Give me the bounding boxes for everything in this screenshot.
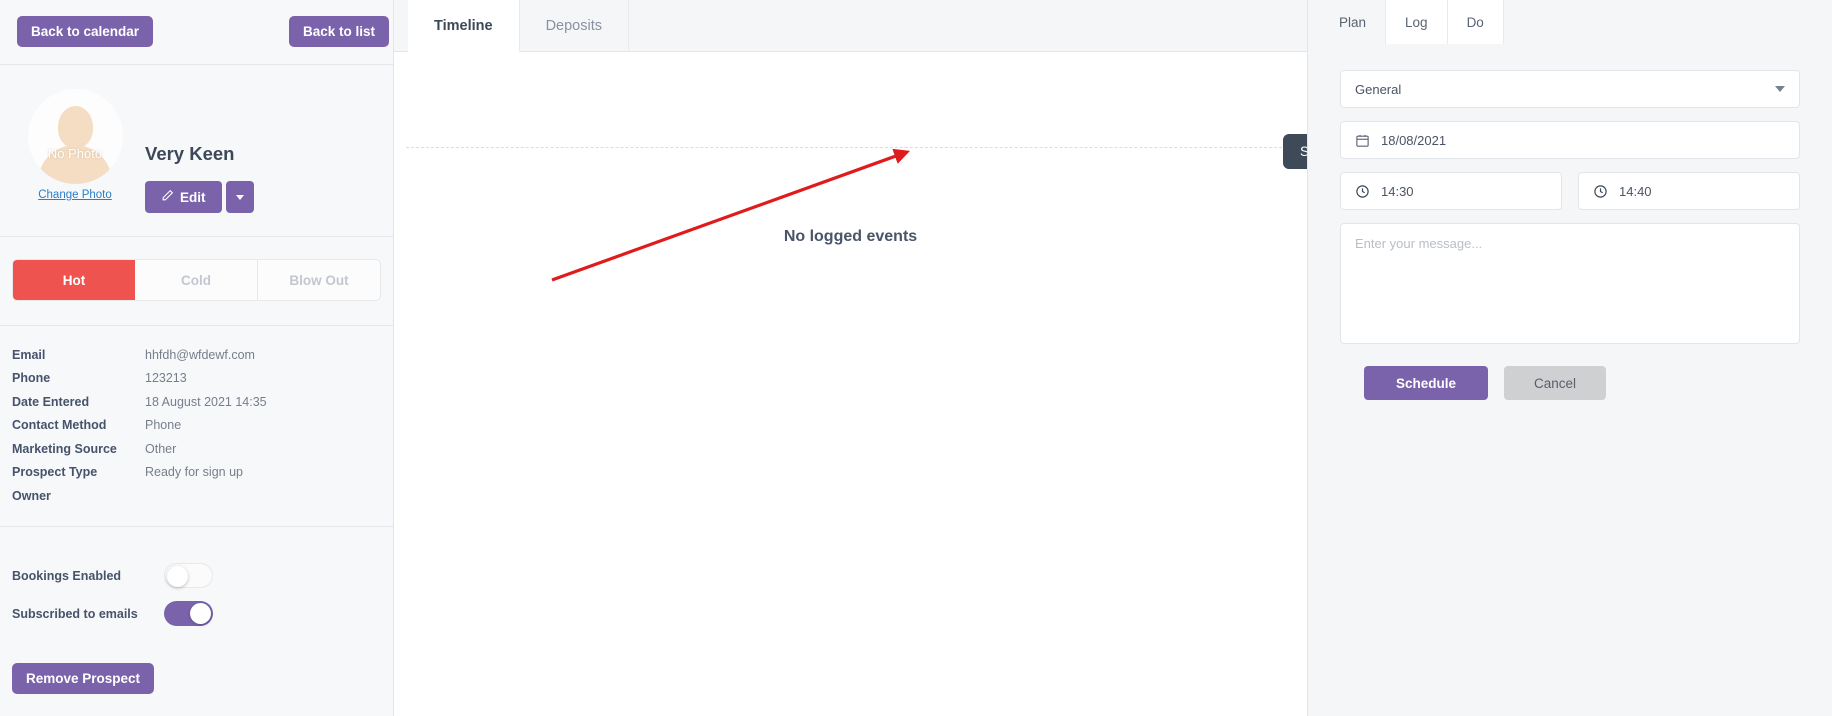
category-select-value: General [1355,81,1402,97]
end-time-field[interactable]: 14:40 [1578,172,1800,210]
toggle-knob [167,566,188,587]
toggle-row: Subscribed to emails [12,595,381,633]
edit-button[interactable]: Edit [145,181,222,213]
remove-prospect-button[interactable]: Remove Prospect [12,663,155,694]
timeline-divider [406,147,1307,148]
tab-deposits[interactable]: Deposits [520,0,629,51]
detail-label: Prospect Type [12,465,98,480]
profile-block: No Photo Change Photo Very Keen Edit [0,65,393,237]
prospect-toggles: Bookings Enabled Subscribed to emails [0,527,393,633]
timeline-panel: No logged events Sign up this prospect [394,52,1444,716]
status-segmented-control[interactable]: Hot Cold Blow Out [12,259,381,301]
prospect-name: Very Keen [145,143,235,164]
date-field-value: 18/08/2021 [1381,132,1447,148]
detail-label: Date Entered [12,394,90,409]
schedule-button[interactable]: Schedule [1364,366,1489,400]
change-photo-link[interactable]: Change Photo [20,189,130,201]
pencil-icon [161,189,174,205]
toggle-label: Bookings Enabled [12,568,122,583]
content-tabbar: Timeline Deposits [394,0,1307,52]
plan-form: General 18/08/2021 14:30 14:40 Enter you… [1308,44,1832,400]
detail-label: Owner [12,488,51,503]
back-to-list-button[interactable]: Back to list [289,16,390,47]
detail-row: Phone 123213 [12,367,381,391]
avatar-no-photo-label: No Photo [47,146,103,161]
annotation-arrow-icon [551,148,911,282]
detail-row: Contact Method Phone [12,414,381,438]
detail-row: Marketing Source Other [12,437,381,461]
detail-value: Phone [145,418,182,433]
end-time-value: 14:40 [1619,183,1652,199]
toggle-switch-bookings-enabled[interactable] [164,563,213,588]
empty-state-text: No logged events [783,228,918,245]
toggle-knob [190,603,211,624]
cancel-button[interactable]: Cancel [1504,366,1607,400]
detail-label: Phone [12,371,51,386]
toggle-row: Bookings Enabled [12,557,381,595]
activity-tab-do[interactable]: Do [1447,0,1504,44]
chevron-down-icon [1775,86,1785,92]
tab-timeline[interactable]: Timeline [408,0,520,52]
form-actions: Schedule Cancel [1340,366,1800,400]
activity-tab-log[interactable]: Log [1386,0,1448,44]
calendar-icon [1355,133,1370,148]
detail-value: 18 August 2021 14:35 [145,394,267,409]
category-select[interactable]: General [1340,70,1800,108]
detail-row: Date Entered 18 August 2021 14:35 [12,390,381,414]
back-to-calendar-button[interactable]: Back to calendar [17,16,154,47]
avatar: No Photo [27,89,123,184]
prospect-details-list: Email hhfdh@wfdewf.com Phone 123213 Date Ent… [0,326,393,527]
activity-tab-plan[interactable]: Plan [1320,0,1387,44]
status-segment-blow-out[interactable]: Blow Out [258,260,380,300]
sidebar-topbar: Back to calendar Back to list [0,0,393,65]
message-textarea[interactable]: Enter your message... [1340,223,1800,344]
status-segment-cold[interactable]: Cold [135,260,258,300]
detail-row: Email hhfdh@wfdewf.com [12,343,381,367]
clock-icon [1355,184,1370,199]
toggle-switch-subscribed-to-emails[interactable] [164,601,213,626]
detail-value: Ready for sign up [145,465,243,480]
start-time-field[interactable]: 14:30 [1340,172,1562,210]
status-segment-hot[interactable]: Hot [13,260,135,300]
clock-icon [1593,184,1608,199]
detail-label: Contact Method [12,418,107,433]
detail-value: 123213 [145,371,187,386]
detail-row: Owner [12,484,381,508]
time-range-row: 14:30 14:40 [1340,172,1800,210]
main-content: TimelineDeposits No logged events Sign u… [394,0,1444,716]
avatar-wrapper: No Photo Change Photo [20,89,130,201]
detail-label: Email [12,347,46,362]
detail-row: Prospect Type Ready for sign up [12,461,381,485]
edit-dropdown-button[interactable] [225,181,254,213]
detail-value: Other [145,441,177,456]
edit-button-group: Edit [145,181,254,213]
toggle-label: Subscribed to emails [12,606,138,621]
date-field[interactable]: 18/08/2021 [1340,121,1800,159]
prospect-detail-page: Back to calendar Back to list No Photo C… [0,0,1832,716]
avatar-head-shape [57,106,93,148]
start-time-value: 14:30 [1381,183,1414,199]
activity-tabbar: Plan Log Do [1308,0,1832,44]
detail-value: hhfdh@wfdewf.com [145,347,255,362]
detail-label: Marketing Source [12,441,117,456]
prospect-sidebar: Back to calendar Back to list No Photo C… [0,0,394,716]
activity-panel: Plan Log Do General 18/08/2021 14:30 14:… [1307,0,1832,716]
edit-button-label: Edit [180,189,206,205]
chevron-down-icon [235,194,244,200]
status-segmented-control-wrapper: Hot Cold Blow Out [0,237,393,326]
